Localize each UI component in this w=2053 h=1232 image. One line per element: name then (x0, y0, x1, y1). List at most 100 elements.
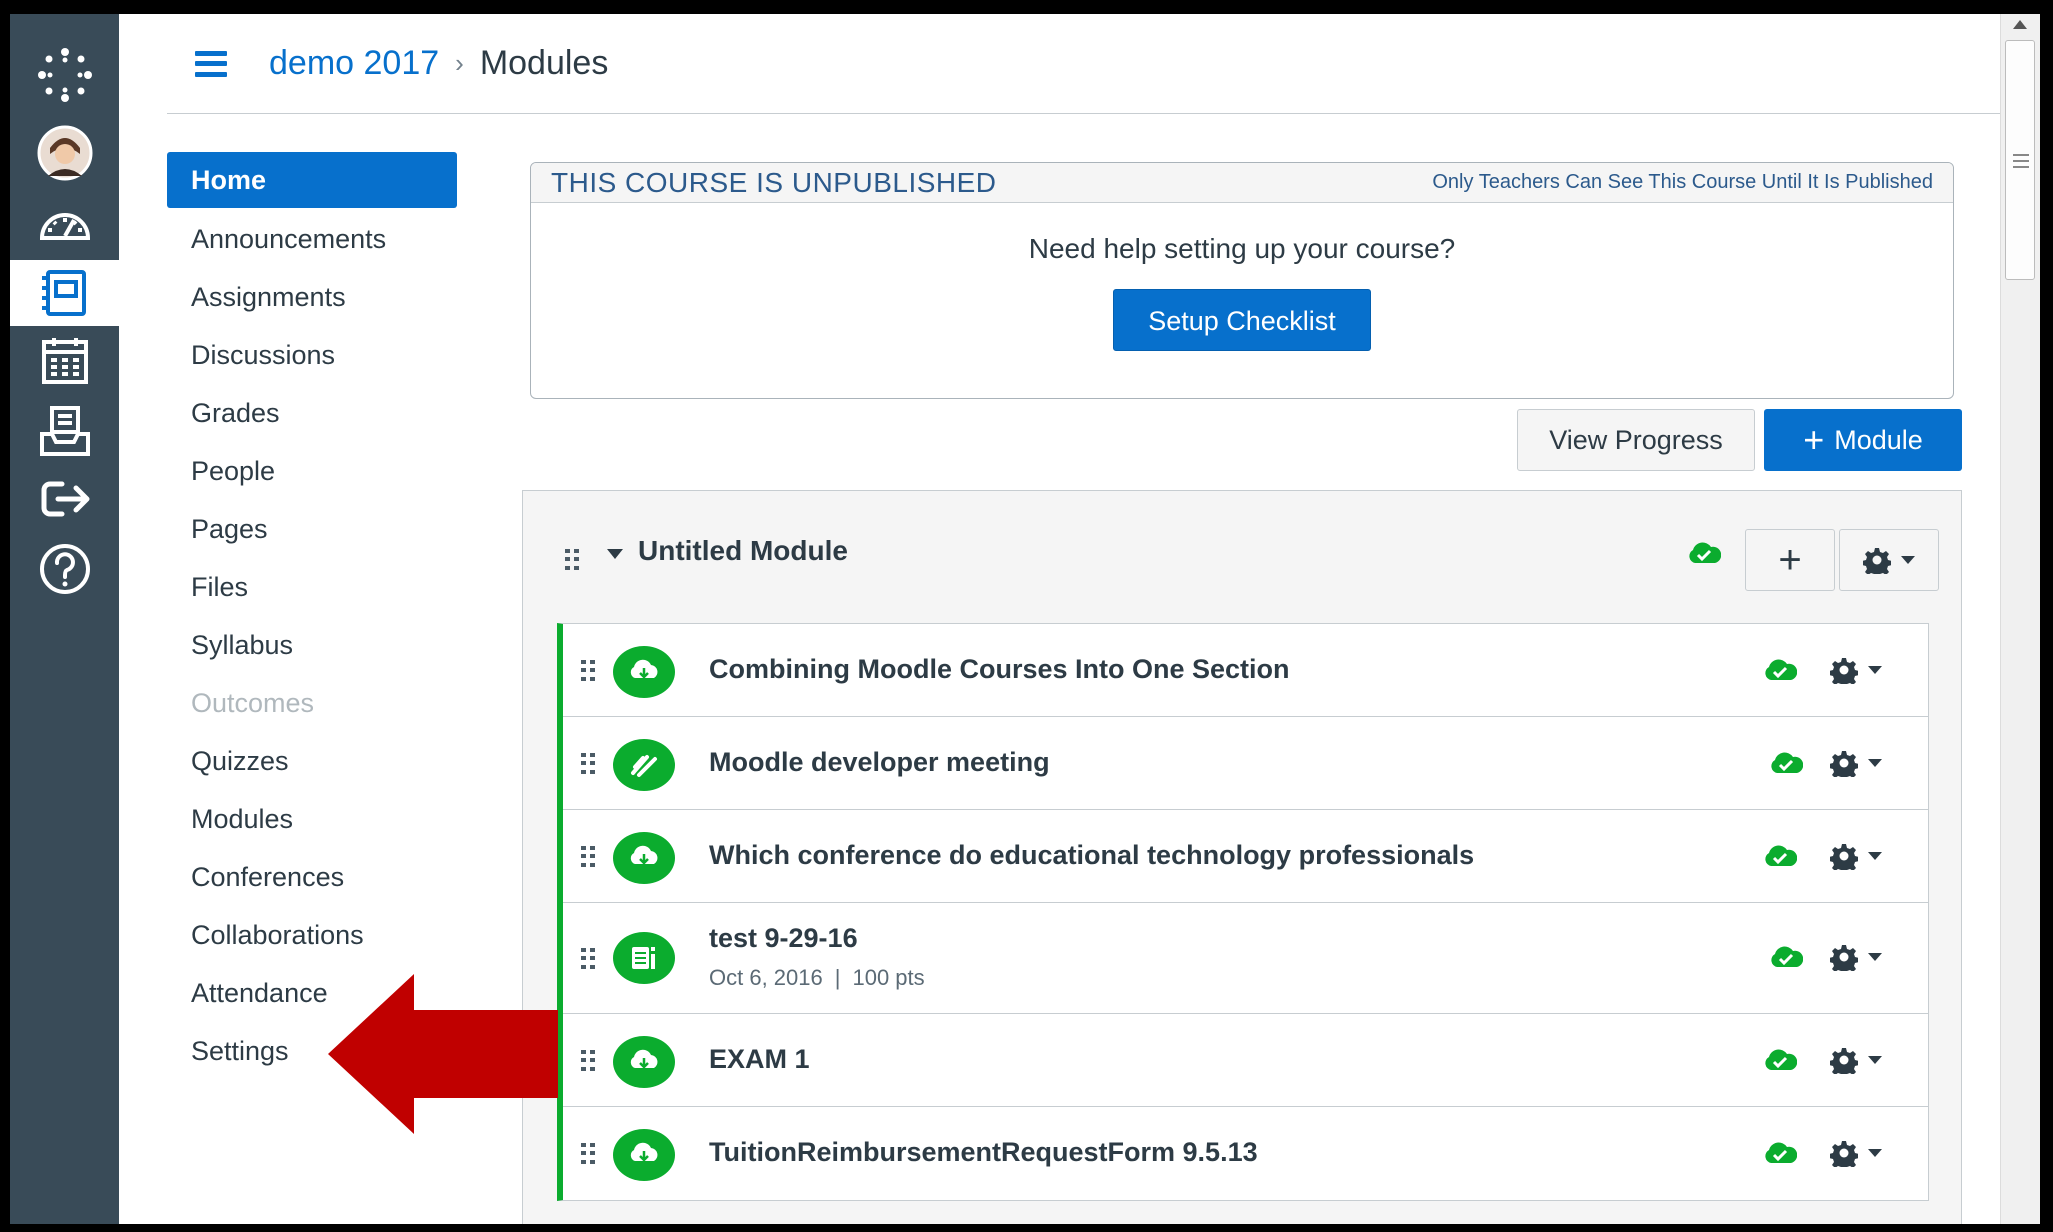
module-item[interactable]: EXAM 1 (563, 1014, 1928, 1107)
external-tool-icon (613, 646, 675, 698)
module-header[interactable]: Untitled Module + (523, 491, 1961, 613)
module-item[interactable]: Which conference do educational technolo… (563, 810, 1928, 903)
course-nav-outcomes[interactable]: Outcomes (167, 674, 457, 732)
chevron-down-icon (1868, 1149, 1882, 1157)
courses-icon[interactable] (10, 260, 119, 326)
published-check-icon[interactable] (1687, 541, 1722, 570)
item-drag-handle-icon[interactable] (581, 1143, 595, 1165)
item-drag-handle-icon[interactable] (581, 660, 595, 682)
module-item[interactable]: Combining Moodle Courses Into One Sectio… (563, 624, 1928, 717)
item-title-link[interactable]: Moodle developer meeting (709, 747, 1050, 778)
published-check-icon[interactable] (1769, 751, 1804, 780)
dashboard-icon[interactable] (10, 192, 119, 258)
course-nav-collaborations[interactable]: Collaborations (167, 906, 457, 964)
user-avatar-icon[interactable] (10, 120, 119, 186)
external-tool-icon (613, 1129, 675, 1181)
item-settings-button[interactable] (1830, 656, 1882, 684)
published-check-icon[interactable] (1769, 945, 1804, 974)
view-progress-button[interactable]: View Progress (1517, 409, 1755, 471)
gear-icon (1830, 1141, 1858, 1167)
item-settings-button[interactable] (1830, 1046, 1882, 1074)
breadcrumb: demo 2017 › Modules (269, 44, 608, 83)
module-title: Untitled Module (638, 535, 848, 566)
item-title-link[interactable]: test 9-29-16 (709, 923, 858, 954)
course-nav-announcements[interactable]: Announcements (167, 210, 457, 268)
course-nav-quizzes[interactable]: Quizzes (167, 732, 457, 790)
help-icon[interactable] (10, 536, 119, 602)
gear-icon (1830, 945, 1858, 971)
course-nav-syllabus[interactable]: Syllabus (167, 616, 457, 674)
item-settings-button[interactable] (1830, 943, 1882, 971)
course-nav-conferences[interactable]: Conferences (167, 848, 457, 906)
inbox-icon[interactable] (10, 398, 119, 464)
chevron-down-icon (1868, 666, 1882, 674)
hamburger-menu-icon[interactable] (195, 50, 227, 77)
item-due-date: Oct 6, 2016 (709, 965, 823, 990)
module-item[interactable]: Moodle developer meeting (563, 717, 1928, 810)
chevron-down-icon (1868, 1056, 1882, 1064)
item-settings-button[interactable] (1830, 749, 1882, 777)
setup-help-question: Need help setting up your course? (1028, 233, 1456, 264)
course-nav: Home Announcements Assignments Discussio… (167, 152, 457, 1080)
calendar-icon[interactable] (10, 328, 119, 394)
scroll-up-arrow-icon[interactable] (2013, 20, 2027, 29)
published-check-icon[interactable] (1763, 1141, 1798, 1170)
page-header: demo 2017 › Modules (167, 14, 2000, 114)
collapse-caret-icon[interactable] (607, 549, 623, 559)
module-drag-handle-icon[interactable] (565, 549, 579, 571)
course-nav-discussions[interactable]: Discussions (167, 326, 457, 384)
add-module-button[interactable]: + Module (1764, 409, 1962, 471)
red-arrow-annotation (328, 974, 558, 1134)
panel-header: THIS COURSE IS UNPUBLISHED Only Teachers… (531, 163, 1953, 203)
browser-viewport: demo 2017 › Modules Home Announcements A… (10, 14, 2040, 1224)
module-settings-button[interactable] (1839, 529, 1939, 591)
published-check-icon[interactable] (1763, 844, 1798, 873)
gear-icon (1830, 751, 1858, 777)
course-nav-people[interactable]: People (167, 442, 457, 500)
external-tool-icon (613, 1036, 675, 1088)
quiz-icon (613, 932, 675, 984)
item-drag-handle-icon[interactable] (581, 1050, 595, 1072)
item-settings-button[interactable] (1830, 842, 1882, 870)
module-items-list: Combining Moodle Courses Into One Sectio… (557, 623, 1929, 1201)
item-points: 100 pts (852, 965, 925, 990)
canvas-logo-icon[interactable] (10, 42, 119, 108)
add-module-label: Module (1834, 424, 1923, 455)
course-nav-modules[interactable]: Modules (167, 790, 457, 848)
course-nav-pages[interactable]: Pages (167, 500, 457, 558)
module-item[interactable]: TuitionReimbursementRequestForm 9.5.13 (563, 1107, 1928, 1200)
item-drag-handle-icon[interactable] (581, 948, 595, 970)
chevron-down-icon (1868, 953, 1882, 961)
course-nav-home[interactable]: Home (167, 152, 457, 208)
published-check-icon[interactable] (1763, 1048, 1798, 1077)
course-nav-grades[interactable]: Grades (167, 384, 457, 442)
item-drag-handle-icon[interactable] (581, 753, 595, 775)
external-tool-icon (613, 832, 675, 884)
item-title-link[interactable]: TuitionReimbursementRequestForm 9.5.13 (709, 1137, 1258, 1168)
breadcrumb-course-link[interactable]: demo 2017 (269, 44, 439, 83)
module-item[interactable]: test 9-29-16 Oct 6, 2016 | 100 pts (563, 903, 1928, 1014)
commons-icon[interactable] (10, 466, 119, 532)
unpublished-course-panel: THIS COURSE IS UNPUBLISHED Only Teachers… (530, 162, 1954, 399)
unpublished-title: THIS COURSE IS UNPUBLISHED (551, 166, 997, 198)
gear-icon (1863, 548, 1891, 574)
discussion-icon (613, 739, 675, 791)
panel-body: Need help setting up your course? Setup … (531, 203, 1953, 351)
item-settings-button[interactable] (1830, 1139, 1882, 1167)
gear-icon (1830, 1048, 1858, 1074)
page-scrollbar[interactable] (2000, 14, 2040, 1224)
course-nav-assignments[interactable]: Assignments (167, 268, 457, 326)
add-item-button[interactable]: + (1745, 529, 1835, 591)
item-drag-handle-icon[interactable] (581, 846, 595, 868)
setup-checklist-button[interactable]: Setup Checklist (1113, 289, 1371, 351)
unpublished-note: Only Teachers Can See This Course Until … (1432, 171, 1933, 193)
item-title-link[interactable]: Which conference do educational technolo… (709, 840, 1474, 871)
published-check-icon[interactable] (1763, 658, 1798, 687)
breadcrumb-separator: › (455, 48, 464, 78)
gear-icon (1830, 658, 1858, 684)
item-title-link[interactable]: EXAM 1 (709, 1044, 810, 1075)
chevron-down-icon (1901, 556, 1915, 564)
item-title-link[interactable]: Combining Moodle Courses Into One Sectio… (709, 654, 1290, 685)
plus-icon: + (1803, 419, 1825, 460)
course-nav-files[interactable]: Files (167, 558, 457, 616)
